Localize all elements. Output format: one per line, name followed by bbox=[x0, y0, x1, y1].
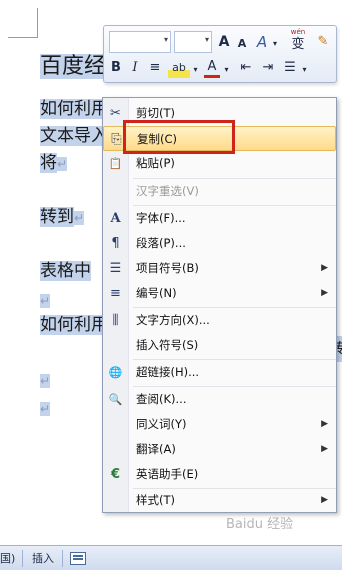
macro-record-icon[interactable] bbox=[70, 552, 86, 565]
paragraph-mark: ↵ bbox=[74, 211, 85, 225]
menu-item-insert-symbol[interactable]: 插入符号(S) bbox=[103, 333, 336, 358]
document-line-text: 转到 bbox=[40, 207, 74, 227]
menu-item-label: 段落(P)... bbox=[136, 236, 186, 250]
menu-item-lookup[interactable]: 🔍 查阅(K)... bbox=[103, 387, 336, 412]
menu-item-label: 翻译(A) bbox=[136, 442, 176, 456]
document-line[interactable]: 表格中 bbox=[40, 259, 91, 283]
document-line[interactable]: ↵ bbox=[40, 368, 51, 392]
menu-item-label: 同义词(Y) bbox=[136, 417, 187, 431]
menu-item-reconversion[interactable]: 汉字重选(V) bbox=[103, 179, 336, 204]
phonetic-guide-label-top[interactable]: wén bbox=[286, 27, 310, 37]
document-line[interactable]: 将↵ bbox=[40, 151, 68, 175]
phonetic-guide-button[interactable]: 变 bbox=[289, 37, 307, 53]
bullets-icon: ☰ bbox=[109, 261, 122, 276]
lookup-icon: 🔍 bbox=[108, 393, 123, 406]
styles-button[interactable]: A bbox=[253, 32, 271, 52]
menu-item-label: 英语助手(E) bbox=[136, 467, 199, 481]
menu-item-font[interactable]: A 字体(F)... bbox=[103, 206, 336, 231]
document-line-text: 如何利用 bbox=[40, 315, 108, 335]
status-separator bbox=[22, 550, 23, 567]
font-name-field[interactable]: ▾ bbox=[109, 31, 171, 53]
font-icon: A bbox=[110, 211, 121, 226]
menu-item-label: 文字方向(X)... bbox=[136, 313, 210, 327]
menu-item-label: 汉字重选(V) bbox=[136, 184, 199, 198]
center-align-button[interactable]: ≡ bbox=[147, 58, 163, 78]
chevron-down-icon: ▾ bbox=[163, 35, 168, 44]
watermark: Baidu 经验 bbox=[226, 517, 294, 532]
copy-highlight-frame bbox=[123, 120, 235, 154]
document-title-text: 百度经 bbox=[40, 54, 107, 79]
mini-toolbar: ▾ ▾ A A A ▾ wén 变 ✎ B I ≡ ab ▾ A ▾ ⇤ ⇥ ☰… bbox=[103, 25, 337, 83]
numbering-icon: ≡ bbox=[110, 286, 121, 301]
submenu-arrow-icon: ▶ bbox=[321, 419, 328, 429]
menu-item-label: 粘贴(P) bbox=[136, 156, 175, 170]
document-line-text: 表格中 bbox=[40, 261, 91, 281]
menu-item-paragraph[interactable]: ¶ 段落(P)... bbox=[103, 231, 336, 256]
menu-item-label: 字体(F)... bbox=[136, 211, 186, 225]
submenu-arrow-icon: ▶ bbox=[321, 263, 328, 273]
document-line-text: 将 bbox=[40, 153, 57, 173]
paste-icon: 📋 bbox=[108, 157, 123, 170]
paragraph-mark: ↵ bbox=[57, 157, 68, 171]
document-title[interactable]: 百度经 bbox=[40, 52, 107, 82]
word-window: 百度经 如何利用 文本导入 将↵ 转到↵ 表格中 ↵ 如何利用 ↵ ↵ 转 ▾ … bbox=[0, 0, 342, 570]
submenu-arrow-icon: ▶ bbox=[321, 444, 328, 454]
increase-indent-button[interactable]: ⇥ bbox=[259, 58, 277, 78]
paragraph-icon: ¶ bbox=[111, 236, 120, 251]
font-size-field[interactable]: ▾ bbox=[174, 31, 212, 53]
page-corner-mark bbox=[8, 8, 38, 38]
chevron-down-icon[interactable]: ▾ bbox=[222, 60, 231, 80]
submenu-arrow-icon: ▶ bbox=[321, 495, 328, 505]
menu-item-label: 查阅(K)... bbox=[136, 392, 187, 406]
menu-item-paste[interactable]: 📋 粘贴(P) bbox=[103, 151, 336, 176]
menu-item-text-direction[interactable]: ⫼ 文字方向(X)... bbox=[103, 308, 336, 333]
highlight-button[interactable]: ab bbox=[168, 58, 190, 78]
menu-item-styles[interactable]: 样式(T) ▶ bbox=[103, 488, 336, 513]
document-line-text: 如何利用 bbox=[40, 99, 108, 119]
english-assistant-icon: € bbox=[110, 467, 121, 482]
menu-item-label: 编号(N) bbox=[136, 286, 177, 300]
menu-item-english-assistant[interactable]: € 英语助手(E) bbox=[103, 462, 336, 487]
bullets-button[interactable]: ☰ bbox=[281, 58, 299, 78]
menu-item-translate[interactable]: 翻译(A) ▶ bbox=[103, 437, 336, 462]
chevron-down-icon[interactable]: ▾ bbox=[270, 34, 280, 54]
document-line[interactable]: ↵ bbox=[40, 288, 51, 312]
context-menu: ✂ 剪切(T) ⎘ 复制(C) 📋 粘贴(P) 汉字重选(V) A 字体(F).… bbox=[102, 97, 337, 513]
menu-item-label: 超链接(H)... bbox=[136, 365, 200, 379]
status-separator bbox=[62, 550, 63, 567]
menu-item-bullets[interactable]: ☰ 项目符号(B) ▶ bbox=[103, 256, 336, 281]
document-line-text: 文本导入 bbox=[40, 126, 108, 146]
menu-item-hyperlink[interactable]: 🌐 超链接(H)... bbox=[103, 360, 336, 385]
format-painter-icon[interactable]: ✎ bbox=[314, 32, 332, 52]
paragraph-mark: ↵ bbox=[40, 402, 51, 416]
document-line[interactable]: 文本导入 bbox=[40, 124, 108, 148]
italic-button[interactable]: I bbox=[128, 58, 142, 78]
document-line[interactable]: ↵ bbox=[40, 396, 51, 420]
grow-font-button[interactable]: A bbox=[216, 32, 232, 52]
submenu-arrow-icon: ▶ bbox=[321, 288, 328, 298]
paragraph-mark: ↵ bbox=[40, 374, 51, 388]
paragraph-mark: ↵ bbox=[40, 294, 51, 308]
hyperlink-icon: 🌐 bbox=[108, 366, 123, 379]
menu-item-label: 样式(T) bbox=[136, 493, 175, 507]
chevron-down-icon: ▾ bbox=[204, 35, 209, 44]
document-line[interactable]: 转到↵ bbox=[40, 205, 85, 229]
document-line[interactable]: 如何利用 bbox=[40, 313, 108, 337]
menu-item-label: 插入符号(S) bbox=[136, 338, 199, 352]
chevron-down-icon[interactable]: ▾ bbox=[191, 60, 200, 80]
chevron-down-icon[interactable]: ▾ bbox=[300, 60, 309, 80]
menu-item-label: 项目符号(B) bbox=[136, 261, 199, 275]
status-language[interactable]: 国) bbox=[0, 546, 15, 570]
status-bar: 国) 插入 bbox=[0, 545, 342, 570]
font-color-button[interactable]: A bbox=[204, 58, 220, 78]
text-direction-icon: ⫼ bbox=[112, 313, 119, 328]
decrease-indent-button[interactable]: ⇤ bbox=[237, 58, 255, 78]
document-line[interactable]: 如何利用 bbox=[40, 97, 108, 121]
menu-item-synonyms[interactable]: 同义词(Y) ▶ bbox=[103, 412, 336, 437]
shrink-font-button[interactable]: A bbox=[235, 34, 249, 54]
menu-item-numbering[interactable]: ≡ 编号(N) ▶ bbox=[103, 281, 336, 306]
bold-button[interactable]: B bbox=[108, 58, 124, 78]
status-insert-mode[interactable]: 插入 bbox=[32, 546, 54, 570]
